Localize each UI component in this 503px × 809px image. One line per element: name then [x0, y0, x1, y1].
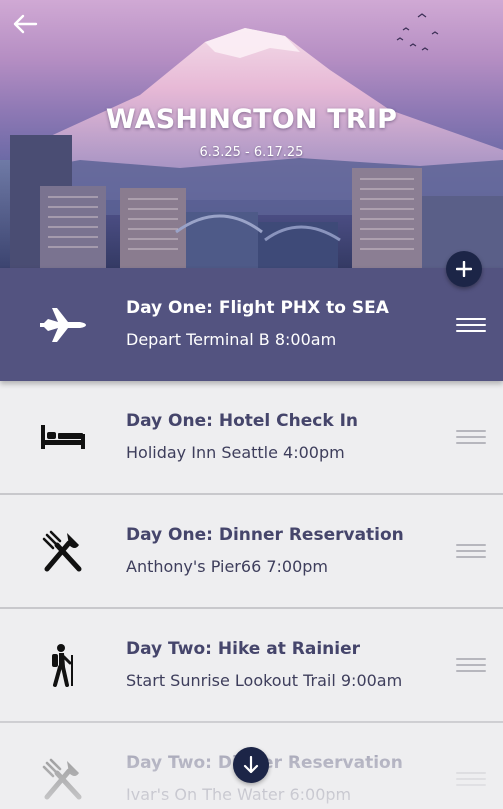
drag-handle-icon[interactable] [456, 317, 486, 332]
item-title: Day One: Dinner Reservation [126, 525, 404, 545]
itinerary-item[interactable]: Day One: Hotel Check In Holiday Inn Seat… [0, 381, 503, 495]
item-title: Day One: Flight PHX to SEA [126, 298, 389, 318]
back-button[interactable] [12, 14, 44, 46]
item-title: Day Two: Hike at Rainier [126, 639, 360, 659]
trip-title: WASHINGTON TRIP [105, 104, 398, 135]
drag-handle-icon[interactable] [456, 430, 486, 444]
back-arrow-icon [13, 14, 38, 34]
airplane-icon [40, 307, 86, 342]
drag-handle-icon[interactable] [456, 658, 486, 672]
item-detail: Ivar's On The Water 6:00pm [126, 785, 352, 804]
itinerary-list: Day One: Flight PHX to SEA Depart Termin… [0, 268, 503, 809]
trip-header: WASHINGTON TRIP 6.3.25 - 6.17.25 [0, 0, 503, 268]
trip-dates: 6.3.25 - 6.17.25 [199, 145, 304, 160]
item-detail: Depart Terminal B 8:00am [126, 330, 337, 349]
plus-icon [456, 261, 472, 277]
itinerary-item[interactable]: Day Two: Hike at Rainier Start Sunrise L… [0, 609, 503, 723]
item-detail: Anthony's Pier66 7:00pm [126, 557, 328, 576]
item-title: Day One: Hotel Check In [126, 411, 359, 431]
item-detail: Holiday Inn Seattle 4:00pm [126, 443, 345, 462]
drag-handle-icon[interactable] [456, 544, 486, 558]
scroll-down-button[interactable] [233, 747, 269, 783]
birds-decoration [396, 13, 439, 51]
itinerary-item[interactable]: Day One: Flight PHX to SEA Depart Termin… [0, 268, 503, 381]
fork-knife-icon [42, 530, 82, 572]
itinerary-item[interactable]: Day One: Dinner Reservation Anthony's Pi… [0, 495, 503, 609]
add-item-button[interactable] [446, 251, 482, 287]
drag-handle-icon[interactable] [456, 772, 486, 786]
item-detail: Start Sunrise Lookout Trail 9:00am [126, 671, 403, 690]
hiker-icon [52, 644, 73, 687]
bed-icon [41, 425, 85, 449]
fork-knife-icon [42, 758, 82, 800]
arrow-down-icon [243, 756, 259, 774]
